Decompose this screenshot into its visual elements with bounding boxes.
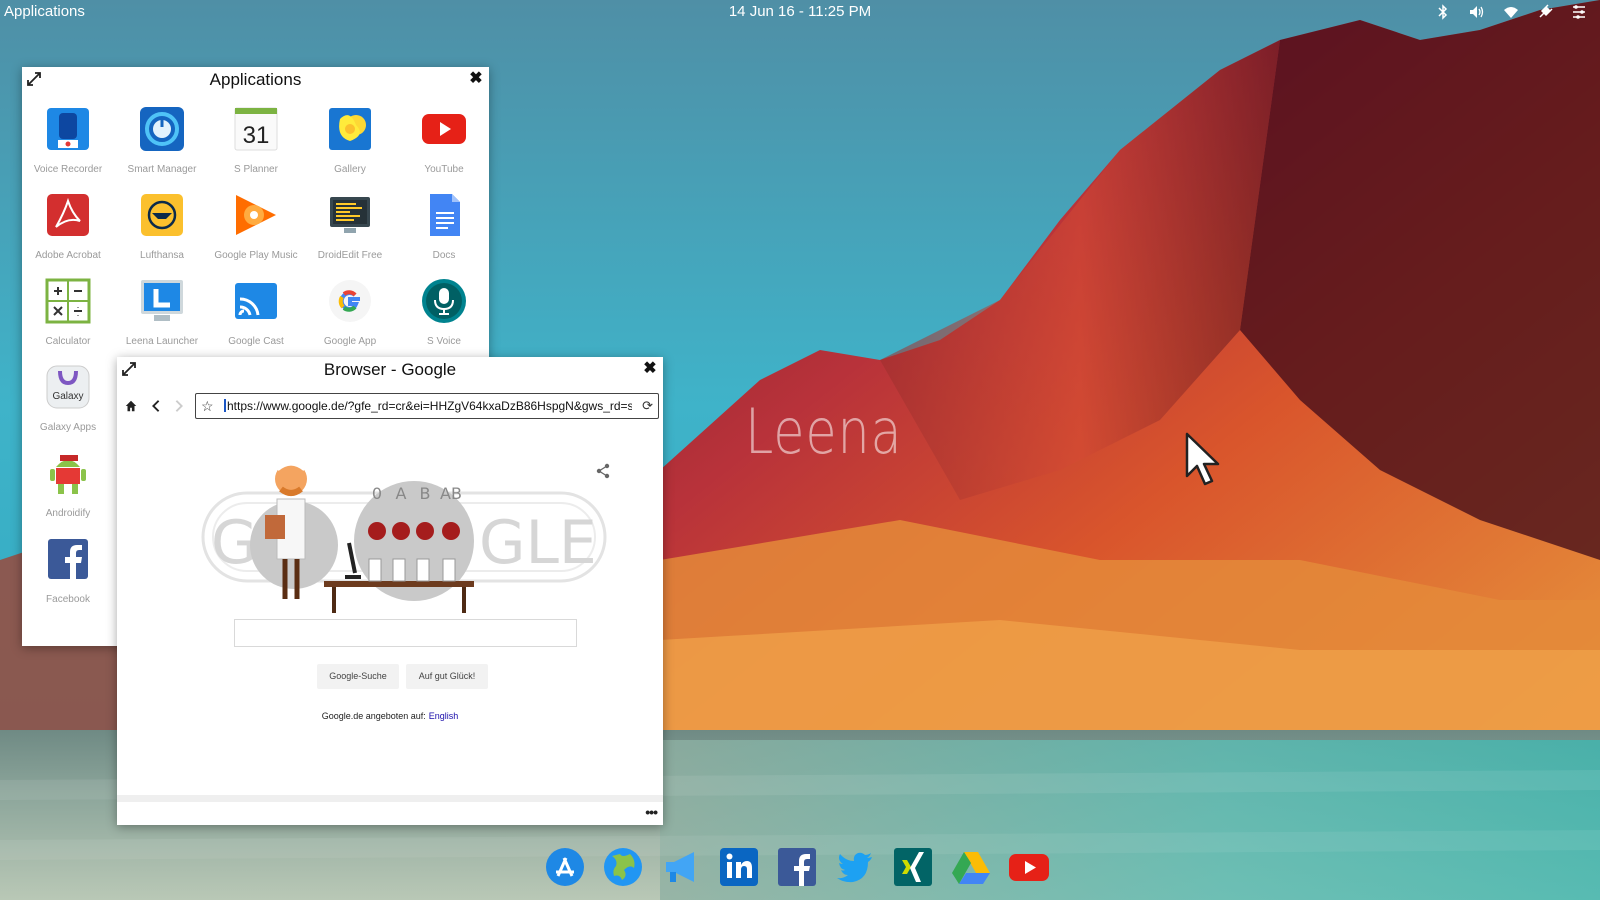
xing-icon[interactable]	[892, 846, 934, 888]
facebook-icon	[48, 539, 88, 579]
close-icon[interactable]: ✖	[641, 360, 659, 378]
gallery-icon	[329, 108, 371, 150]
plug-icon[interactable]	[1536, 3, 1554, 21]
adobe-acrobat-icon	[47, 194, 89, 236]
leena-launcher-icon	[141, 280, 183, 321]
galaxy-apps-icon: Galaxy	[46, 365, 90, 409]
web-page: G GLE 0 A B AB Google-Suche Auf gut Glüc…	[117, 427, 663, 785]
droidedit-icon	[330, 197, 370, 233]
app-leena-launcher[interactable]: Leena Launcher	[116, 277, 208, 347]
browser-window: Browser - Google ✖ ☆ https://www.google.…	[117, 357, 663, 825]
app-youtube[interactable]: YouTube	[398, 105, 490, 175]
url-input[interactable]: https://www.google.de/?gfe_rd=cr&ei=HHZg…	[224, 399, 632, 413]
app-calculator[interactable]: Calculator	[22, 277, 114, 347]
app-facebook[interactable]: Facebook	[22, 535, 114, 605]
forward-icon[interactable]	[171, 399, 187, 415]
back-icon[interactable]	[148, 399, 164, 415]
app-store-icon[interactable]	[544, 846, 586, 888]
bluetooth-icon[interactable]	[1434, 3, 1452, 21]
app-s-voice[interactable]: S Voice	[398, 277, 490, 347]
app-gallery[interactable]: Gallery	[304, 105, 396, 175]
close-icon[interactable]: ✖	[467, 70, 485, 88]
google-app-icon	[329, 280, 371, 322]
svg-text:0: 0	[372, 484, 382, 503]
address-bar[interactable]: ☆ https://www.google.de/?gfe_rd=cr&ei=HH…	[195, 393, 659, 419]
app-google-cast[interactable]: Google Cast	[210, 277, 302, 347]
settings-icon[interactable]	[1570, 3, 1588, 21]
svg-text:GLE: GLE	[479, 508, 597, 578]
dock	[544, 846, 1050, 888]
svg-text:B: B	[420, 484, 431, 503]
google-drive-icon[interactable]	[950, 846, 992, 888]
androidify-icon	[50, 455, 86, 494]
app-androidify[interactable]: Androidify	[22, 449, 114, 519]
more-menu-icon[interactable]: •••	[645, 804, 658, 820]
app-galaxy-apps[interactable]: Galaxy Galaxy Apps	[22, 363, 114, 433]
youtube-icon	[422, 114, 466, 144]
svg-text:AB: AB	[440, 484, 462, 503]
google-cast-icon	[235, 283, 277, 319]
app-google-app[interactable]: Google App	[304, 277, 396, 347]
smart-manager-icon	[140, 107, 184, 151]
google-search-button[interactable]: Google-Suche	[317, 664, 399, 689]
app-droidedit[interactable]: DroidEdit Free	[304, 191, 396, 261]
app-s-planner[interactable]: 31 S Planner	[210, 105, 302, 175]
linkedin-icon[interactable]	[718, 846, 760, 888]
wallpaper-watermark: Leena	[745, 395, 903, 468]
feeling-lucky-button[interactable]: Auf gut Glück!	[406, 664, 488, 689]
home-icon[interactable]	[123, 399, 139, 415]
svg-text:Galaxy: Galaxy	[52, 391, 83, 402]
wifi-icon[interactable]	[1502, 3, 1520, 21]
google-play-music-icon	[236, 195, 276, 235]
volume-icon[interactable]	[1468, 3, 1486, 21]
lufthansa-icon	[141, 194, 183, 236]
app-voice-recorder[interactable]: Voice Recorder	[22, 105, 114, 175]
youtube-dock-icon[interactable]	[1008, 846, 1050, 888]
browser-toolbar: ☆ https://www.google.de/?gfe_rd=cr&ei=HH…	[117, 393, 663, 421]
mouse-cursor	[1185, 432, 1220, 486]
app-google-play-music[interactable]: Google Play Music	[210, 191, 302, 261]
globe-icon[interactable]	[602, 846, 644, 888]
docs-icon	[430, 194, 460, 236]
app-docs[interactable]: Docs	[398, 191, 490, 261]
window-title: Applications	[209, 70, 302, 89]
calculator-icon	[45, 278, 91, 324]
google-search-input[interactable]	[234, 619, 577, 647]
browser-footer: •••	[117, 795, 663, 825]
google-doodle[interactable]: G GLE 0 A B AB	[199, 453, 609, 613]
svg-text:31: 31	[243, 122, 270, 149]
window-title: Browser - Google	[323, 360, 457, 379]
language-offer: Google.de angeboten auf: English	[321, 711, 459, 721]
reload-icon[interactable]: ⟳	[642, 398, 653, 414]
english-link[interactable]: English	[429, 711, 459, 721]
app-lufthansa[interactable]: Lufthansa	[116, 191, 208, 261]
megaphone-icon[interactable]	[660, 846, 702, 888]
app-smart-manager[interactable]: Smart Manager	[116, 105, 208, 175]
app-adobe-acrobat[interactable]: Adobe Acrobat	[22, 191, 114, 261]
s-planner-icon: 31	[234, 107, 278, 151]
top-panel: Applications 14 Jun 16 - 11:25 PM	[0, 0, 1600, 24]
clock: 14 Jun 16 - 11:25 PM	[728, 3, 872, 20]
voice-recorder-icon	[47, 108, 89, 150]
bookmark-star-icon[interactable]: ☆	[201, 398, 214, 415]
system-tray	[1434, 3, 1588, 21]
facebook-dock-icon[interactable]	[776, 846, 818, 888]
twitter-icon[interactable]	[834, 846, 876, 888]
s-voice-icon	[422, 279, 466, 323]
svg-text:A: A	[396, 484, 407, 503]
